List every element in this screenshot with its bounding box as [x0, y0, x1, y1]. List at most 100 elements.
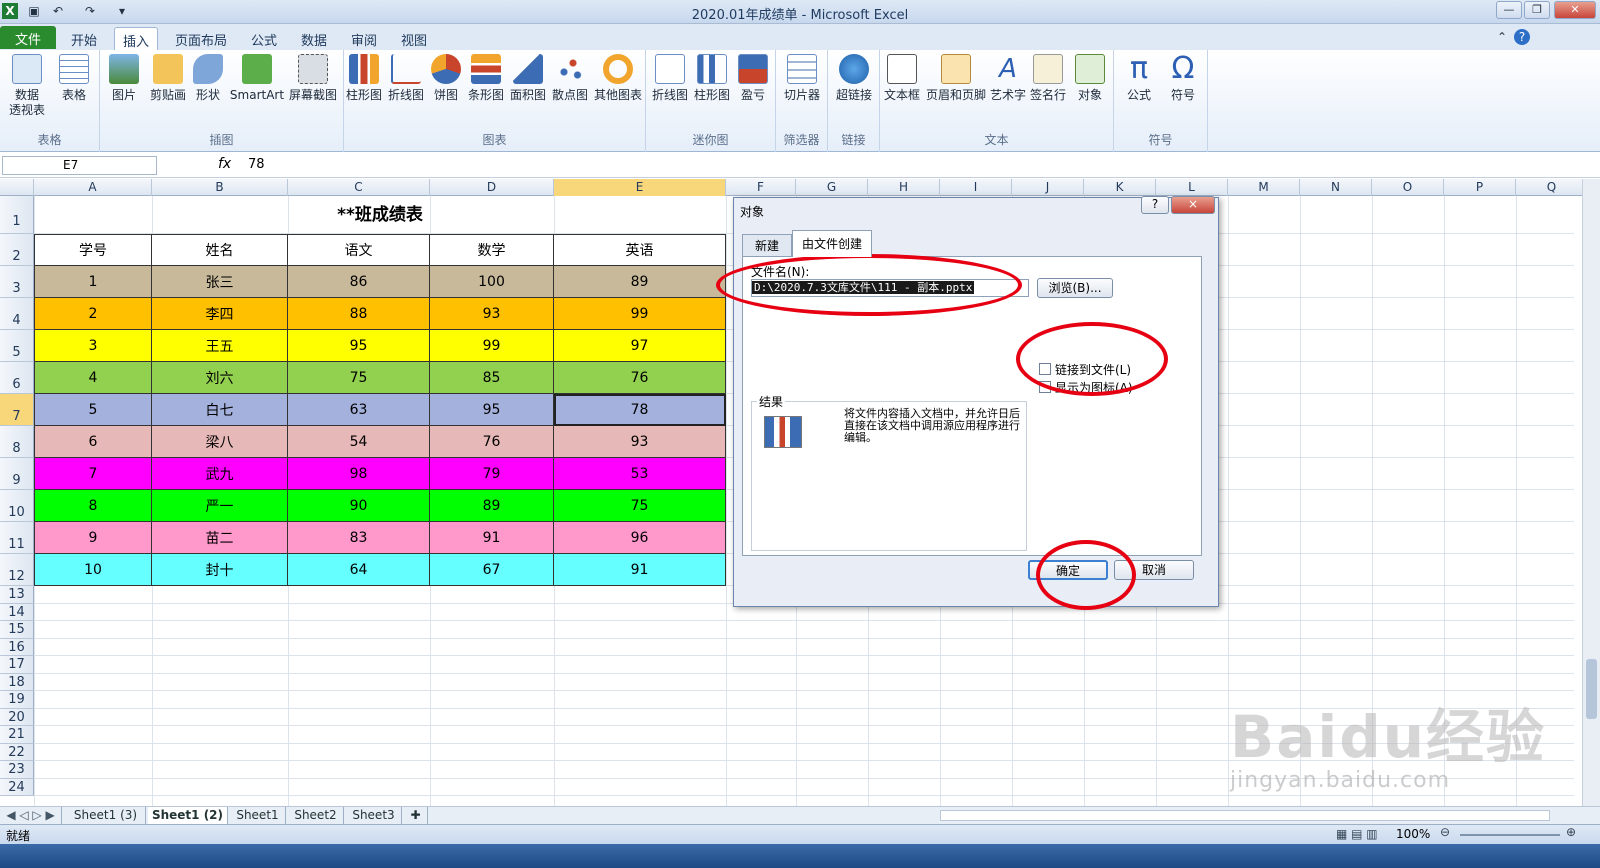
clipart-button[interactable]: 剪贴画: [146, 54, 190, 103]
tab-file[interactable]: 文件: [0, 26, 56, 49]
table-cell[interactable]: 91: [554, 554, 726, 586]
symbol-button[interactable]: Ω 符号: [1162, 54, 1204, 103]
row-header-23[interactable]: 23: [0, 761, 34, 779]
sheet-nav-arrows-icon[interactable]: ◀ ◁ ▷ ▶: [0, 807, 62, 824]
table-cell[interactable]: 90: [288, 490, 430, 522]
table-cell[interactable]: 95: [430, 394, 554, 426]
tab-page-layout[interactable]: 页面布局: [168, 27, 234, 50]
tab-view[interactable]: 视图: [394, 27, 434, 50]
browse-button[interactable]: 浏览(B)...: [1037, 278, 1113, 298]
column-header-g[interactable]: G: [796, 179, 868, 196]
tab-review[interactable]: 审阅: [344, 27, 384, 50]
column-header-i[interactable]: I: [940, 179, 1012, 196]
row-header-15[interactable]: 15: [0, 621, 34, 639]
fx-icon[interactable]: fx: [218, 156, 231, 172]
pivot-table-button[interactable]: 数据 透视表: [4, 54, 50, 118]
table-cell[interactable]: 76: [430, 426, 554, 458]
area-chart-button[interactable]: 面积图: [508, 54, 548, 103]
pie-chart-button[interactable]: 饼图: [428, 54, 464, 103]
table-cell[interactable]: 95: [288, 330, 430, 362]
other-charts-button[interactable]: 其他图表: [592, 54, 644, 103]
tab-insert[interactable]: 插入: [114, 27, 158, 50]
table-cell[interactable]: 李四: [152, 298, 288, 330]
signature-line-button[interactable]: 签名行: [1028, 54, 1068, 103]
table-cell[interactable]: 2: [34, 298, 152, 330]
row-header-13[interactable]: 13: [0, 586, 34, 604]
row-header-7[interactable]: 7: [0, 394, 34, 426]
minimize-button[interactable]: —: [1496, 1, 1522, 19]
row-header-10[interactable]: 10: [0, 490, 34, 522]
sheet-tab[interactable]: Sheet3: [346, 807, 402, 824]
column-header-l[interactable]: L: [1156, 179, 1228, 196]
table-cell[interactable]: 6: [34, 426, 152, 458]
table-cell[interactable]: 严一: [152, 490, 288, 522]
slicer-button[interactable]: 切片器: [780, 54, 824, 103]
sheet-tab[interactable]: Sheet1 (3): [66, 807, 146, 824]
column-header-f[interactable]: F: [726, 179, 796, 196]
column-header-k[interactable]: K: [1084, 179, 1156, 196]
sheet-tab[interactable]: Sheet2: [288, 807, 344, 824]
dialog-close-button[interactable]: ×: [1171, 196, 1215, 214]
row-header-8[interactable]: 8: [0, 426, 34, 458]
tab-home[interactable]: 开始: [62, 27, 106, 50]
select-all-corner[interactable]: [0, 179, 34, 196]
header-cell[interactable]: 数学: [430, 234, 554, 266]
bar-chart-button[interactable]: 条形图: [466, 54, 506, 103]
table-cell[interactable]: 1: [34, 266, 152, 298]
wordart-button[interactable]: A 艺术字: [988, 54, 1028, 103]
table-cell[interactable]: 10: [34, 554, 152, 586]
row-header-24[interactable]: 24: [0, 778, 34, 796]
column-header-e[interactable]: E: [554, 179, 726, 196]
row-header-4[interactable]: 4: [0, 298, 34, 330]
table-cell[interactable]: 86: [288, 266, 430, 298]
vertical-scrollbar[interactable]: [1582, 179, 1600, 806]
column-header-o[interactable]: O: [1372, 179, 1444, 196]
column-header-a[interactable]: A: [34, 179, 152, 196]
row-header-12[interactable]: 12: [0, 554, 34, 586]
smartart-button[interactable]: SmartArt: [228, 54, 286, 103]
maximize-button[interactable]: ❐: [1524, 1, 1550, 19]
screenshot-button[interactable]: 屏幕截图: [286, 54, 340, 103]
column-header-q[interactable]: Q: [1516, 179, 1588, 196]
formula-input[interactable]: 78: [248, 157, 265, 172]
row-header-14[interactable]: 14: [0, 603, 34, 621]
close-window-button[interactable]: ✕: [1554, 1, 1596, 19]
row-header-21[interactable]: 21: [0, 726, 34, 744]
table-cell[interactable]: 93: [554, 426, 726, 458]
active-cell[interactable]: 78: [554, 394, 726, 426]
row-header-17[interactable]: 17: [0, 656, 34, 674]
table-cell[interactable]: 75: [288, 362, 430, 394]
zoom-in-icon[interactable]: ⊕: [1566, 825, 1576, 839]
header-footer-button[interactable]: 页眉和页脚: [924, 54, 988, 103]
row-header-19[interactable]: 19: [0, 691, 34, 709]
table-cell[interactable]: 8: [34, 490, 152, 522]
table-cell[interactable]: 99: [430, 330, 554, 362]
table-cell[interactable]: 89: [430, 490, 554, 522]
line-chart-button[interactable]: 折线图: [386, 54, 426, 103]
row-header-3[interactable]: 3: [0, 266, 34, 298]
object-button[interactable]: 对象: [1070, 54, 1110, 103]
table-cell[interactable]: 4: [34, 362, 152, 394]
table-cell[interactable]: 武九: [152, 458, 288, 490]
table-cell[interactable]: 54: [288, 426, 430, 458]
table-cell[interactable]: 98: [288, 458, 430, 490]
column-header-d[interactable]: D: [430, 179, 554, 196]
table-cell[interactable]: 100: [430, 266, 554, 298]
name-box[interactable]: E7: [2, 156, 157, 175]
table-cell[interactable]: 5: [34, 394, 152, 426]
table-cell[interactable]: 76: [554, 362, 726, 394]
column-header-n[interactable]: N: [1300, 179, 1372, 196]
zoom-slider[interactable]: [1460, 834, 1560, 836]
zoom-level[interactable]: 100%: [1396, 827, 1430, 841]
hyperlink-button[interactable]: 超链接: [832, 54, 876, 103]
collapse-ribbon-icon[interactable]: ⌃: [1494, 29, 1510, 45]
table-cell[interactable]: 99: [554, 298, 726, 330]
row-header-6[interactable]: 6: [0, 362, 34, 394]
row-header-20[interactable]: 20: [0, 708, 34, 726]
zoom-out-icon[interactable]: ⊖: [1440, 825, 1450, 839]
table-cell[interactable]: 63: [288, 394, 430, 426]
table-cell[interactable]: 王五: [152, 330, 288, 362]
table-cell[interactable]: 79: [430, 458, 554, 490]
table-cell[interactable]: 9: [34, 522, 152, 554]
header-cell[interactable]: 姓名: [152, 234, 288, 266]
